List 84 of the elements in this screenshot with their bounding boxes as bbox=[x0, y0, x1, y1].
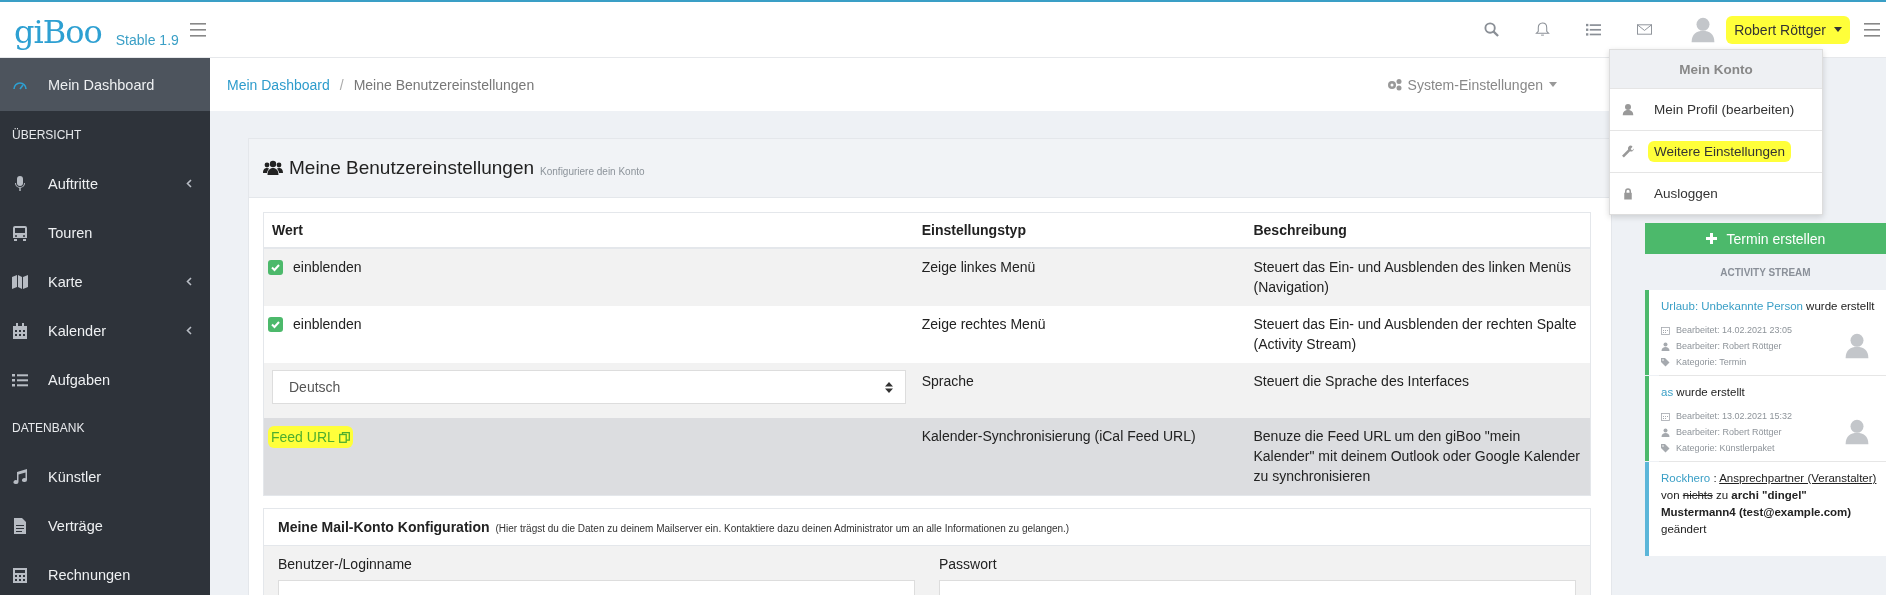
sidebar-item[interactable]: Auftritte bbox=[0, 159, 210, 208]
column-header: Wert bbox=[263, 212, 914, 248]
lock-icon bbox=[1622, 187, 1634, 200]
person-icon bbox=[1661, 341, 1670, 351]
checkbox-label: einblenden bbox=[293, 258, 362, 277]
language-select[interactable]: Deutsch bbox=[272, 370, 906, 404]
calendar-icon bbox=[1661, 411, 1670, 421]
bell-icon[interactable] bbox=[1535, 22, 1551, 37]
person-icon bbox=[1661, 427, 1670, 437]
plus-icon bbox=[1705, 233, 1717, 244]
activity-meta: Bearbeitet: 14.02.2021 23:05 bbox=[1676, 325, 1793, 335]
calendar-icon bbox=[12, 322, 28, 339]
mail-icon[interactable] bbox=[1637, 22, 1653, 37]
list-icon[interactable] bbox=[1586, 22, 1602, 37]
wrench-icon bbox=[1622, 145, 1634, 158]
card-title: Meine Benutzereinstellungen bbox=[289, 157, 535, 179]
checkbox[interactable] bbox=[268, 259, 283, 275]
table-cell: Zeige linkes Menü bbox=[913, 248, 1246, 306]
caret-icon bbox=[1549, 82, 1557, 87]
document-icon bbox=[12, 517, 28, 534]
activity-meta: Bearbeiter: Robert Röttger bbox=[1676, 427, 1782, 437]
menu-item[interactable]: Weitere Einstellungen bbox=[1648, 141, 1792, 162]
field-label: Benutzer-/Loginname bbox=[278, 556, 413, 572]
activity-meta: Bearbeiter: Robert Röttger bbox=[1676, 341, 1782, 351]
activity-meta: Bearbeitet: 13.02.2021 15:32 bbox=[1676, 411, 1793, 421]
avatar-icon[interactable] bbox=[1690, 15, 1717, 44]
search-icon[interactable] bbox=[1484, 22, 1500, 37]
avatar-icon bbox=[1844, 418, 1870, 446]
table-cell: Benuze die Feed URL um den giBoo "mein Kalender" mit deinem Outlook oder Google Kalender zu synchronisieren bbox=[1245, 418, 1591, 496]
table-cell: Steuert das Ein- und Ausblenden der rechten Spalte (Activity Stream) bbox=[1245, 306, 1591, 363]
menu-icon[interactable] bbox=[190, 22, 206, 37]
bus-icon bbox=[12, 224, 28, 241]
sidebar-item[interactable]: Mein Dashboard bbox=[0, 58, 210, 111]
breadcrumb-current: Meine Benutzereinstellungen bbox=[353, 76, 535, 93]
tags-icon bbox=[1661, 357, 1670, 367]
avatar-icon bbox=[1844, 332, 1870, 360]
version-label: Stable 1.9 bbox=[115, 31, 179, 48]
system-settings-menu[interactable]: System-Einstellungen bbox=[1380, 75, 1563, 94]
user-menu-button[interactable]: Robert Röttger bbox=[1726, 15, 1850, 44]
sidebar-item[interactable]: Künstler bbox=[0, 452, 210, 501]
sort-arrows-icon bbox=[884, 381, 893, 393]
music-note-icon bbox=[12, 468, 28, 485]
activity-meta: Kategorie: Termin bbox=[1676, 357, 1747, 367]
menu-item[interactable]: Mein Profil (bearbeiten) bbox=[1648, 99, 1801, 120]
calendar-icon bbox=[1661, 325, 1670, 335]
activity-meta: Kategorie: Künstlerpaket bbox=[1676, 443, 1775, 453]
table-cell: Kalender-Synchronisierung (iCal Feed URL) bbox=[913, 418, 1246, 496]
activity-text: Rockhero : Ansprechpartner (Veranstalter) von nichts zu archi "dingel" Mustermann4 (test@example.com) geändert bbox=[1661, 471, 1878, 537]
tags-icon bbox=[1661, 443, 1670, 453]
column-header: Beschreibung bbox=[1245, 212, 1591, 248]
breadcrumb-separator: / bbox=[339, 76, 344, 93]
map-icon bbox=[12, 273, 28, 290]
activity-text: as wurde erstellt bbox=[1661, 385, 1746, 400]
caret-icon bbox=[1834, 27, 1842, 32]
sidebar-item[interactable]: Aufgaben bbox=[0, 355, 210, 404]
sidebar-item[interactable]: Kalender bbox=[0, 306, 210, 355]
section-heading: ÜBERSICHT bbox=[11, 127, 83, 144]
sidebar-item[interactable]: Karte bbox=[0, 257, 210, 306]
mail-card-title: Meine Mail-Konto Konfiguration bbox=[278, 519, 490, 535]
section-heading: DATENBANK bbox=[11, 420, 86, 437]
sidebar-item[interactable]: Touren bbox=[0, 208, 210, 257]
checkbox[interactable] bbox=[268, 316, 283, 332]
copy-icon bbox=[338, 431, 350, 443]
menu-icon[interactable] bbox=[1864, 22, 1880, 37]
dropdown-header: Mein Konto bbox=[1610, 50, 1822, 88]
table-cell: Zeige rechtes Menü bbox=[913, 306, 1246, 363]
column-header: Einstellungstyp bbox=[913, 212, 1246, 248]
table-cell: Steuert die Sprache des Interfaces bbox=[1245, 363, 1591, 418]
gears-icon bbox=[1386, 78, 1402, 91]
card-subtitle: Konfiguriere dein Konto bbox=[540, 166, 645, 177]
sidebar-item[interactable]: Rechnungen bbox=[0, 550, 210, 595]
table-cell: Steuert das Ein- und Ausblenden des linken Menüs (Navigation) bbox=[1245, 248, 1591, 306]
calculator-icon bbox=[12, 566, 28, 583]
sidebar-item[interactable]: Verträge bbox=[0, 501, 210, 550]
activity-text: Urlaub: Unbekannte Person wurde erstellt bbox=[1661, 299, 1876, 314]
person-icon bbox=[1622, 103, 1634, 116]
checkbox-label: einblenden bbox=[293, 315, 362, 334]
users-icon bbox=[263, 160, 283, 176]
menu-item[interactable]: Ausloggen bbox=[1648, 183, 1724, 204]
table-cell: Sprache bbox=[913, 363, 1246, 418]
mail-card-note: (Hier trägst du die Daten zu deinem Mailserver ein. Kontaktiere dazu deinen Administrator um an alle Informationen zu gelangen.) bbox=[495, 523, 1070, 534]
field-label: Passwort bbox=[939, 556, 998, 572]
list-icon bbox=[12, 371, 28, 388]
microphone-icon bbox=[12, 175, 28, 192]
